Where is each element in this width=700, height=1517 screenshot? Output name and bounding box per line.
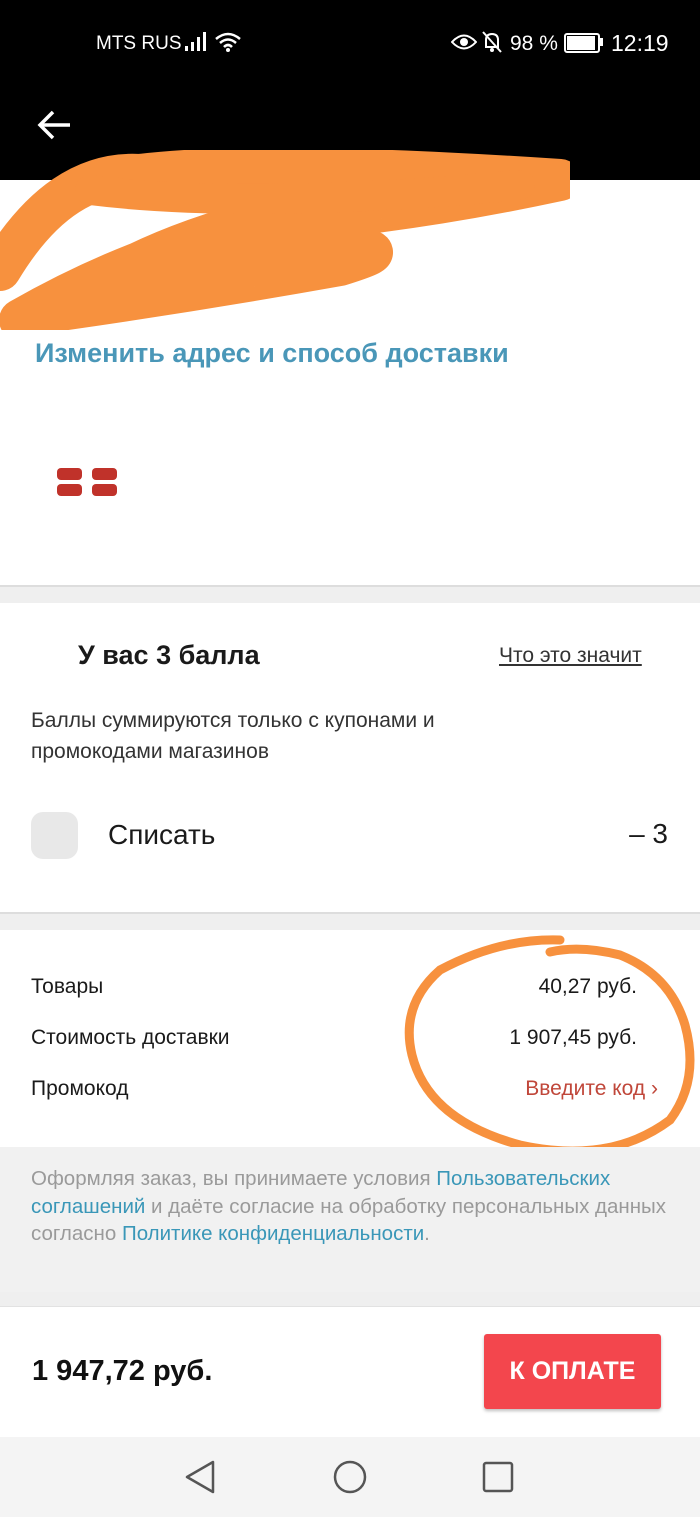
points-description: Баллы суммируются только с купонами и пр… — [31, 709, 435, 763]
privacy-policy-link[interactable]: Политике конфиденциальности — [122, 1222, 424, 1245]
redaction-scribble — [0, 150, 570, 330]
section-divider — [0, 1292, 700, 1307]
legal-text-1: Оформляя заказ, вы принимаете условия — [31, 1167, 437, 1190]
delivery-label: Стоимость доставки — [31, 1026, 230, 1049]
back-arrow-icon[interactable] — [32, 103, 76, 147]
nav-back-icon[interactable] — [184, 1459, 216, 1495]
writeoff-checkbox[interactable] — [31, 812, 78, 859]
section-divider — [0, 912, 700, 930]
legal-text-3: . — [424, 1222, 430, 1245]
bell-off-icon — [482, 31, 502, 53]
nav-recents-icon[interactable] — [482, 1461, 514, 1493]
legal-notice-text: Оформляя заказ, вы принимаете условия По… — [31, 1165, 671, 1248]
annotation-circle — [404, 935, 695, 1156]
battery-fill — [567, 36, 595, 50]
writeoff-value: – 3 — [629, 818, 668, 849]
what-is-this-link[interactable]: Что это значит — [499, 644, 642, 668]
writeoff-label: Списать — [108, 819, 216, 850]
carrier-label: MTS RUS — [96, 33, 182, 54]
wifi-icon — [215, 32, 241, 52]
order-total: 1 947,72 руб. — [32, 1355, 213, 1387]
points-title: У вас 3 балла — [78, 640, 260, 670]
battery-tip — [600, 38, 603, 46]
pay-button[interactable]: К ОПЛАТЕ — [484, 1334, 661, 1409]
signal-icon — [185, 32, 206, 51]
eye-icon — [451, 34, 477, 50]
goods-label: Товары — [31, 975, 104, 998]
promo-label: Промокод — [31, 1077, 129, 1100]
battery-percent: 98 % — [510, 32, 558, 55]
nav-home-icon[interactable] — [332, 1459, 368, 1495]
product-thumbnail — [57, 468, 117, 496]
clock: 12:19 — [611, 30, 669, 56]
section-divider — [0, 585, 700, 603]
change-address-link[interactable]: Изменить адрес и способ доставки — [35, 338, 509, 369]
